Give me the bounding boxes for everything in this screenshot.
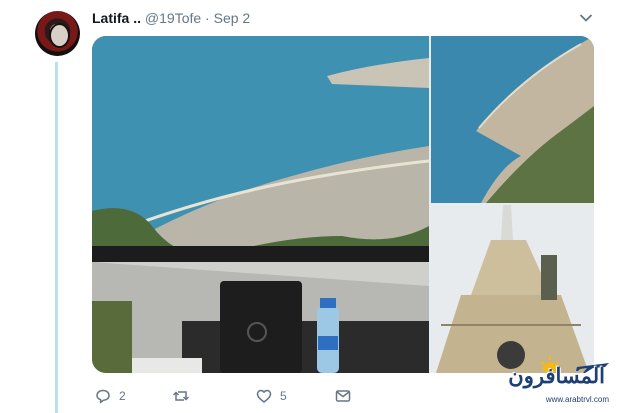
photo-grid (92, 36, 594, 373)
tweet-actions: 2 5 (92, 384, 392, 408)
header-separator: · (205, 10, 210, 26)
retweet-button[interactable] (172, 384, 197, 408)
photo-statue-tower[interactable] (431, 205, 594, 373)
photo-coast-aerial-illustration (431, 36, 594, 203)
avatar[interactable] (35, 11, 80, 56)
watermark-logo: المسافرون www.arabtrvl.com (505, 354, 615, 410)
watermark-url: www.arabtrvl.com (545, 395, 609, 404)
envelope-icon (335, 390, 351, 402)
retweet-icon (172, 391, 190, 401)
chevron-down-icon[interactable] (578, 10, 594, 26)
heart-icon (256, 389, 272, 403)
photo-coast-aerial[interactable] (431, 36, 594, 203)
reply-icon (96, 389, 110, 404)
author-handle[interactable]: @19Tofe (145, 10, 201, 26)
author-name[interactable]: Latifa .. (92, 10, 141, 26)
tweet-header: Latifa .. @19Tofe · Sep 2 (92, 9, 250, 27)
photo-coastline-view[interactable] (92, 36, 429, 373)
reply-count: 2 (119, 389, 126, 403)
photo-statue-illustration (431, 205, 594, 373)
thread-line (55, 62, 58, 413)
watermark-title: المسافرون (508, 365, 605, 388)
tweet-date[interactable]: Sep 2 (214, 10, 251, 26)
avatar-face (49, 23, 70, 48)
like-count: 5 (280, 389, 287, 403)
direct-message-button[interactable] (334, 384, 352, 408)
like-button[interactable]: 5 (255, 384, 287, 408)
photo-coastline-illustration (92, 36, 429, 373)
reply-button[interactable]: 2 (94, 384, 126, 408)
